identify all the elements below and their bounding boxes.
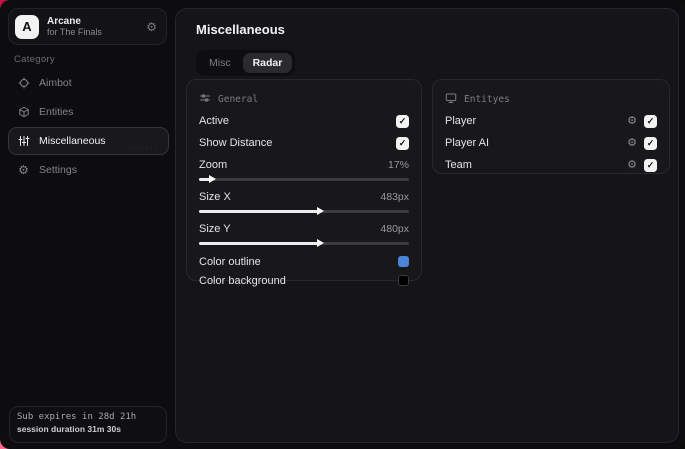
app-window: A Arcane for The Finals ⚙ Category Aimbo… xyxy=(0,0,685,449)
app-name: Arcane xyxy=(47,15,81,27)
gear-icon[interactable]: ⚙ xyxy=(146,20,157,34)
active-checkbox[interactable]: ✓ xyxy=(396,114,409,128)
gear-icon: ⚙ xyxy=(18,163,29,177)
entity-label: Player xyxy=(445,115,477,127)
sidebar-item-label: Aimbot xyxy=(39,77,72,89)
show-distance-checkbox[interactable]: ✓ xyxy=(396,136,409,150)
sidebar-nav: Aimbot Entities Miscellaneous ······· ⚙ … xyxy=(0,69,175,185)
subscription-card: Sub expires in 28d 21h session duration … xyxy=(9,406,167,443)
player-ai-checkbox[interactable]: ✓ xyxy=(644,136,657,150)
check-icon: ✓ xyxy=(398,115,407,126)
slider-fill xyxy=(199,210,319,213)
slider-thumb[interactable] xyxy=(208,175,216,183)
setting-label: Color background xyxy=(199,274,286,287)
check-icon: ✓ xyxy=(646,159,655,170)
zoom-value: 17% xyxy=(387,158,409,171)
slider-thumb[interactable] xyxy=(316,239,324,247)
main-panel: Miscellaneous Misc Radar General Active … xyxy=(175,8,679,443)
sidebar-item-settings[interactable]: ⚙ Settings xyxy=(8,156,169,184)
tab-misc[interactable]: Misc xyxy=(199,53,241,73)
zoom-slider[interactable] xyxy=(199,175,409,183)
setting-label: Zoom xyxy=(199,158,228,171)
app-meta: Arcane for The Finals xyxy=(47,16,138,38)
size-x-value: 483px xyxy=(380,190,409,203)
color-background-swatch[interactable] xyxy=(398,275,409,286)
setting-label: Active xyxy=(199,115,229,127)
setting-row-active: Active ✓ xyxy=(199,110,409,132)
entity-row-player-ai: Player AI ⚙ ✓ xyxy=(445,132,657,154)
sidebar-item-label: Miscellaneous xyxy=(39,135,106,147)
setting-label: Size X xyxy=(199,190,231,203)
entity-row-team: Team ⚙ ✓ xyxy=(445,154,657,176)
size-y-slider[interactable] xyxy=(199,239,409,247)
entities-card-title: Entityes xyxy=(464,94,510,105)
app-logo: A xyxy=(15,14,39,39)
sidebar-item-label: Entities xyxy=(39,106,74,118)
check-icon: ✓ xyxy=(398,137,407,148)
gear-icon[interactable]: ⚙ xyxy=(627,137,637,149)
size-x-slider[interactable] xyxy=(199,207,409,215)
player-checkbox[interactable]: ✓ xyxy=(644,114,657,128)
general-card: General Active ✓ Show Distance ✓ Zoom 17… xyxy=(186,79,422,287)
team-checkbox[interactable]: ✓ xyxy=(644,158,657,172)
sidebar-item-miscellaneous[interactable]: Miscellaneous ······· xyxy=(8,127,169,155)
entities-icon xyxy=(17,106,30,119)
gear-icon[interactable]: ⚙ xyxy=(627,115,637,127)
slider-thumb[interactable] xyxy=(316,207,324,215)
crosshair-icon xyxy=(17,77,30,90)
tab-radar[interactable]: Radar xyxy=(242,53,293,73)
session-duration-text: session duration 31m 30s xyxy=(17,424,121,434)
setting-row-zoom: Zoom 17% xyxy=(199,156,409,183)
setting-row-color-outline: Color outline xyxy=(199,252,409,271)
active-item-texture-dots: ······· xyxy=(127,143,159,153)
check-icon: ✓ xyxy=(646,115,655,126)
general-card-title: General xyxy=(218,94,259,105)
entities-card: Entityes Player ⚙ ✓ Player AI ⚙ ✓ Team ⚙… xyxy=(432,79,670,174)
entities-card-header: Entityes xyxy=(445,89,657,110)
check-icon: ✓ xyxy=(646,137,655,148)
setting-row-color-background: Color background xyxy=(199,271,409,290)
setting-label: Color outline xyxy=(199,255,261,268)
sidebar-item-entities[interactable]: Entities xyxy=(8,98,169,126)
gear-icon[interactable]: ⚙ xyxy=(627,159,637,171)
category-label: Category xyxy=(14,54,55,65)
slider-fill xyxy=(199,242,319,245)
tab-bar: Misc Radar xyxy=(196,50,296,76)
sliders-icon xyxy=(17,135,30,148)
size-y-value: 480px xyxy=(380,222,409,235)
sidebar-item-label: Settings xyxy=(39,164,77,176)
color-outline-swatch[interactable] xyxy=(398,256,409,267)
setting-row-show-distance: Show Distance ✓ xyxy=(199,132,409,154)
sidebar: A Arcane for The Finals ⚙ Category Aimbo… xyxy=(0,0,175,449)
app-subtitle: for The Finals xyxy=(47,27,102,38)
setting-row-size-y: Size Y 480px xyxy=(199,220,409,247)
setting-label: Show Distance xyxy=(199,137,273,149)
entity-label: Team xyxy=(445,159,472,171)
page-title: Miscellaneous xyxy=(196,22,285,37)
sliders-horizontal-icon xyxy=(199,92,211,107)
app-card: A Arcane for The Finals ⚙ xyxy=(8,8,167,45)
sidebar-item-aimbot[interactable]: Aimbot xyxy=(8,69,169,97)
entity-label: Player AI xyxy=(445,137,490,149)
monitor-icon xyxy=(445,92,457,107)
setting-label: Size Y xyxy=(199,222,231,235)
entity-row-player: Player ⚙ ✓ xyxy=(445,110,657,132)
setting-row-size-x: Size X 483px xyxy=(199,188,409,215)
sub-expires-text: Sub expires in 28d 21h xyxy=(17,412,137,422)
general-card-header: General xyxy=(199,89,409,110)
